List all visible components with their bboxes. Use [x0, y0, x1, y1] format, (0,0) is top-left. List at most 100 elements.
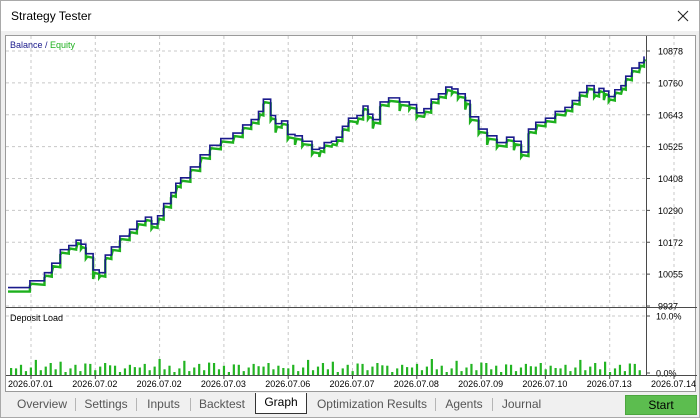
y-tick-label: 10.0%	[656, 312, 682, 322]
x-tick-label: 2026.07.13	[587, 379, 632, 389]
deposit-load-bar	[24, 371, 28, 375]
deposit-load-bar	[505, 364, 508, 375]
deposit-load-bar	[539, 363, 542, 375]
deposit-load-bar	[242, 371, 245, 375]
deposit-load-bar	[109, 365, 112, 375]
deposit-load-bar	[89, 363, 92, 375]
deposit-load-bar	[212, 363, 216, 375]
deposit-load-bar	[123, 368, 127, 375]
deposit-load-bar	[84, 363, 87, 375]
deposit-load-bar	[287, 368, 290, 375]
deposit-load-bar	[247, 367, 250, 375]
deposit-load-bar	[514, 371, 518, 375]
deposit-load-bar	[608, 372, 612, 375]
deposit-load-bar	[366, 370, 369, 375]
x-tick-label: 2026.07.02	[137, 379, 182, 389]
deposit-load-bar	[524, 363, 527, 375]
y-tick-label: 10643	[658, 110, 683, 120]
deposit-load-bar	[594, 363, 597, 375]
strategy-tester-window: Strategy Tester 10878 10760 10643 10525 1040…	[0, 0, 700, 418]
deposit-load-bar	[415, 363, 419, 375]
x-tick-label: 2026.07.02	[72, 379, 117, 389]
deposit-load-bar	[618, 364, 622, 375]
deposit-load-bar	[59, 361, 62, 375]
deposit-load-bar	[485, 363, 488, 375]
chart-series	[8, 56, 647, 293]
chart-legend: Balance / Equity	[10, 40, 76, 50]
deposit-load-bar	[495, 365, 498, 375]
deposit-load-bar	[282, 368, 285, 375]
start-button[interactable]: Start	[625, 395, 697, 415]
deposit-load-bar	[188, 371, 191, 375]
deposit-load-bar	[326, 369, 329, 375]
deposit-load-bar	[361, 363, 364, 375]
tab-settings[interactable]: Settings	[77, 395, 135, 415]
legend-separator: /	[43, 40, 51, 50]
deposit-load-bar	[79, 371, 82, 375]
y-tick-label: 10290	[658, 206, 683, 216]
close-button[interactable]	[673, 6, 693, 26]
deposit-load-bar	[336, 372, 339, 375]
deposit-load-bar	[302, 367, 305, 375]
deposit-load-bar	[222, 365, 226, 375]
deposit-load-title: Deposit Load	[10, 313, 63, 323]
tab-graph[interactable]: Graph	[255, 393, 307, 414]
deposit-load-bar	[297, 371, 300, 375]
tab-agents[interactable]: Agents	[437, 395, 491, 415]
deposit-load-bar	[450, 368, 453, 375]
tab-backtest[interactable]: Backtest	[191, 395, 253, 415]
deposit-load-bar	[217, 369, 221, 375]
x-tick-label: 2026.07.08	[394, 379, 439, 389]
deposit-load-bar	[445, 372, 448, 375]
deposit-load-bar	[346, 364, 349, 375]
deposit-load-bar	[143, 363, 146, 375]
deposit-load-bar	[69, 368, 72, 375]
deposit-load-bar	[584, 370, 587, 375]
deposit-load-bar	[534, 366, 537, 375]
tab-journal[interactable]: Journal	[494, 395, 549, 415]
tab-bar: Overview Settings Inputs Backtest Graph …	[1, 393, 700, 417]
tab-inputs[interactable]: Inputs	[137, 395, 190, 415]
deposit-load-bar	[564, 364, 567, 375]
deposit-load-bar	[227, 372, 230, 375]
y-tick-label: 10525	[658, 142, 683, 152]
deposit-load-bar	[316, 366, 320, 375]
deposit-load-bar	[292, 364, 295, 375]
deposit-load-bar	[559, 368, 562, 375]
deposit-load-bar	[544, 369, 547, 375]
deposit-load-bar	[386, 365, 389, 375]
deposit-load-bar	[430, 359, 433, 375]
deposit-load-ticks: 10.0% 0.0%	[646, 312, 682, 379]
deposit-load-bar	[307, 359, 310, 375]
y-tick-label: 10408	[658, 174, 683, 184]
balance-equity-chart: 10878 10760 10643 10525 10408 10290 10172 10055…	[6, 36, 697, 389]
balance-line	[8, 56, 645, 289]
deposit-load-bar	[148, 370, 151, 375]
deposit-load-bar	[604, 361, 607, 375]
deposit-load-bar	[277, 365, 280, 375]
legend-equity: Equity	[50, 40, 76, 50]
deposit-load-bar	[262, 366, 265, 375]
deposit-load-bar	[529, 366, 532, 375]
deposit-load-bar	[19, 364, 23, 375]
y-tick-label: 0.0%	[656, 369, 677, 379]
deposit-load-bar	[94, 370, 97, 375]
tab-optimization-results[interactable]: Optimization Results	[310, 395, 434, 415]
x-axis-ticks: 2026.07.01 2026.07.02 2026.07.02 2026.07.03…	[8, 375, 696, 389]
deposit-load-bar	[613, 368, 617, 375]
deposit-load-bar	[371, 366, 374, 375]
deposit-load-bar	[138, 367, 141, 375]
x-tick-label: 2026.07.10	[522, 379, 567, 389]
deposit-load-bar	[569, 371, 572, 375]
deposit-load-bar	[633, 363, 636, 375]
deposit-load-bar	[490, 369, 493, 375]
deposit-load-bar	[519, 367, 523, 375]
deposit-load-bar	[133, 367, 136, 375]
x-tick-label: 2026.07.14	[651, 379, 696, 389]
deposit-load-bar	[99, 366, 102, 375]
deposit-load-bar	[153, 366, 156, 375]
tab-separator	[492, 398, 493, 411]
x-tick-label: 2026.07.03	[201, 379, 246, 389]
x-tick-label: 2026.07.07	[330, 379, 375, 389]
tab-overview[interactable]: Overview	[9, 395, 75, 415]
